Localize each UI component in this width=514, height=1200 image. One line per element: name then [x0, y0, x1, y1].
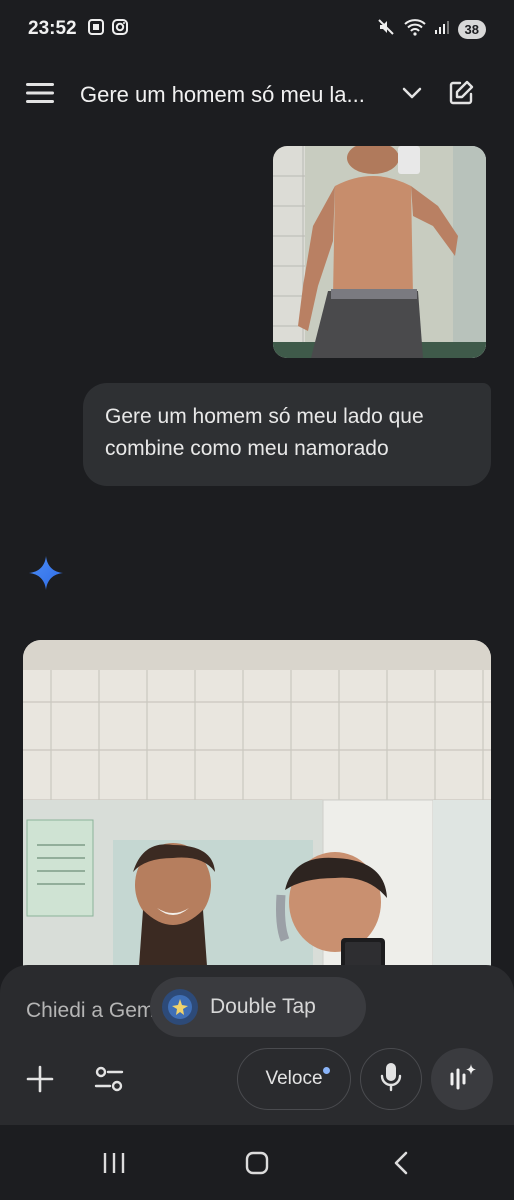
new-indicator-dot [323, 1067, 330, 1074]
microphone-icon [380, 1062, 402, 1097]
screenshot-icon [87, 18, 105, 41]
double-tap-toast[interactable]: Double Tap [150, 977, 366, 1037]
gemini-spark-icon [28, 555, 64, 596]
status-time: 23:52 [28, 18, 77, 39]
system-nav-bar [0, 1125, 514, 1200]
model-mode-label: Veloce [265, 1068, 323, 1089]
model-mode-button[interactable]: Veloce [237, 1048, 351, 1110]
live-waveform-icon [447, 1062, 477, 1097]
chevron-down-icon[interactable] [402, 86, 422, 104]
status-bar: 23:52 38 [0, 0, 514, 58]
input-panel: Chiedi a Gemini Double Tap Veloce [0, 965, 514, 1125]
back-icon[interactable] [392, 1151, 410, 1180]
add-icon[interactable] [24, 1063, 56, 1095]
gemini-live-button[interactable] [431, 1048, 493, 1110]
double-tap-avatar-icon [162, 989, 198, 1025]
user-message-bubble: Gere um homem só meu lado que combine co… [83, 383, 491, 486]
user-uploaded-photo[interactable] [273, 146, 486, 358]
edit-icon[interactable] [448, 80, 474, 111]
battery-indicator: 38 [457, 19, 486, 39]
tools-icon[interactable] [92, 1063, 126, 1095]
menu-icon[interactable] [26, 82, 54, 109]
instagram-icon [111, 18, 129, 41]
mute-icon [376, 17, 396, 42]
double-tap-label: Double Tap [210, 995, 316, 1018]
generated-image[interactable] [23, 640, 491, 980]
recent-apps-icon[interactable] [102, 1151, 126, 1180]
wifi-icon [403, 18, 426, 41]
conversation-title[interactable]: Gere um homem só meu la... [80, 82, 390, 108]
signal-icon [434, 19, 450, 40]
microphone-button[interactable] [360, 1048, 422, 1110]
home-icon[interactable] [245, 1151, 269, 1180]
app-header: Gere um homem só meu la... [0, 64, 514, 126]
